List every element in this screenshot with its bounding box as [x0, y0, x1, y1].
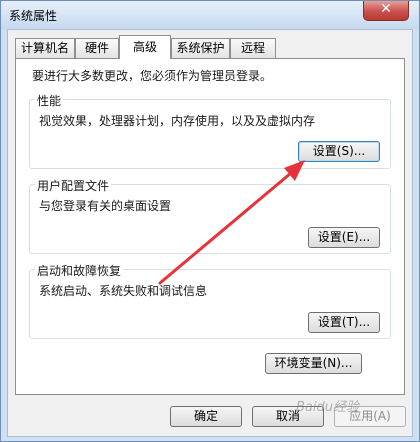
startup-recovery-description: 系统启动、系统失败和调试信息	[39, 284, 208, 298]
performance-description: 视觉效果，处理器计划，内存使用，以及及虚拟内存	[39, 114, 316, 128]
performance-group-title: 性能	[35, 92, 64, 109]
tab-label: 远程	[240, 41, 265, 55]
button-label: 设置(T)...	[317, 315, 371, 329]
close-icon: ✕	[380, 1, 392, 17]
close-button[interactable]: ✕	[363, 1, 409, 21]
admin-notice: 要进行大多数更改，您必须作为管理员登录。	[32, 69, 273, 83]
tab-computer-name[interactable]: 计算机名	[15, 38, 75, 58]
startup-recovery-group: 启动和故障恢复 系统启动、系统失败和调试信息 设置(T)...	[29, 262, 391, 339]
ok-button[interactable]: 确定	[170, 406, 242, 427]
button-label: 确定	[193, 409, 218, 423]
tab-remote[interactable]: 远程	[230, 38, 276, 58]
performance-group: 性能 视觉效果，处理器计划，内存使用，以及及虚拟内存 设置(S)...	[29, 92, 391, 169]
tab-label: 高级	[132, 40, 157, 54]
watermark: Baidu经验	[296, 400, 359, 415]
tab-label: 计算机名	[20, 41, 69, 55]
startup-recovery-settings-button[interactable]: 设置(T)...	[308, 312, 380, 333]
user-profiles-group-title: 用户配置文件	[35, 177, 112, 194]
user-profiles-group: 用户配置文件 与您登录有关的桌面设置 设置(E)...	[29, 177, 391, 254]
window-title: 系统属性	[9, 9, 58, 23]
advanced-tab-panel: 要进行大多数更改，您必须作为管理员登录。 性能 视觉效果，处理器计划，内存使用，…	[15, 58, 405, 395]
user-profiles-description: 与您登录有关的桌面设置	[39, 199, 172, 213]
button-label: 环境变量(N)...	[274, 356, 353, 370]
tab-advanced[interactable]: 高级	[119, 35, 171, 59]
tab-label: 硬件	[84, 41, 109, 55]
tab-label: 系统保护	[176, 41, 225, 55]
user-profiles-settings-button[interactable]: 设置(E)...	[308, 227, 380, 248]
startup-recovery-group-title: 启动和故障恢复	[35, 262, 124, 279]
performance-settings-button[interactable]: 设置(S)...	[298, 141, 380, 162]
tab-hardware[interactable]: 硬件	[75, 38, 119, 58]
button-label: 设置(E)...	[317, 230, 371, 244]
tab-system-protection[interactable]: 系统保护	[171, 38, 230, 58]
button-label: 设置(S)...	[312, 144, 366, 158]
environment-variables-button[interactable]: 环境变量(N)...	[265, 353, 362, 374]
title-bar[interactable]: 系统属性	[1, 1, 419, 29]
